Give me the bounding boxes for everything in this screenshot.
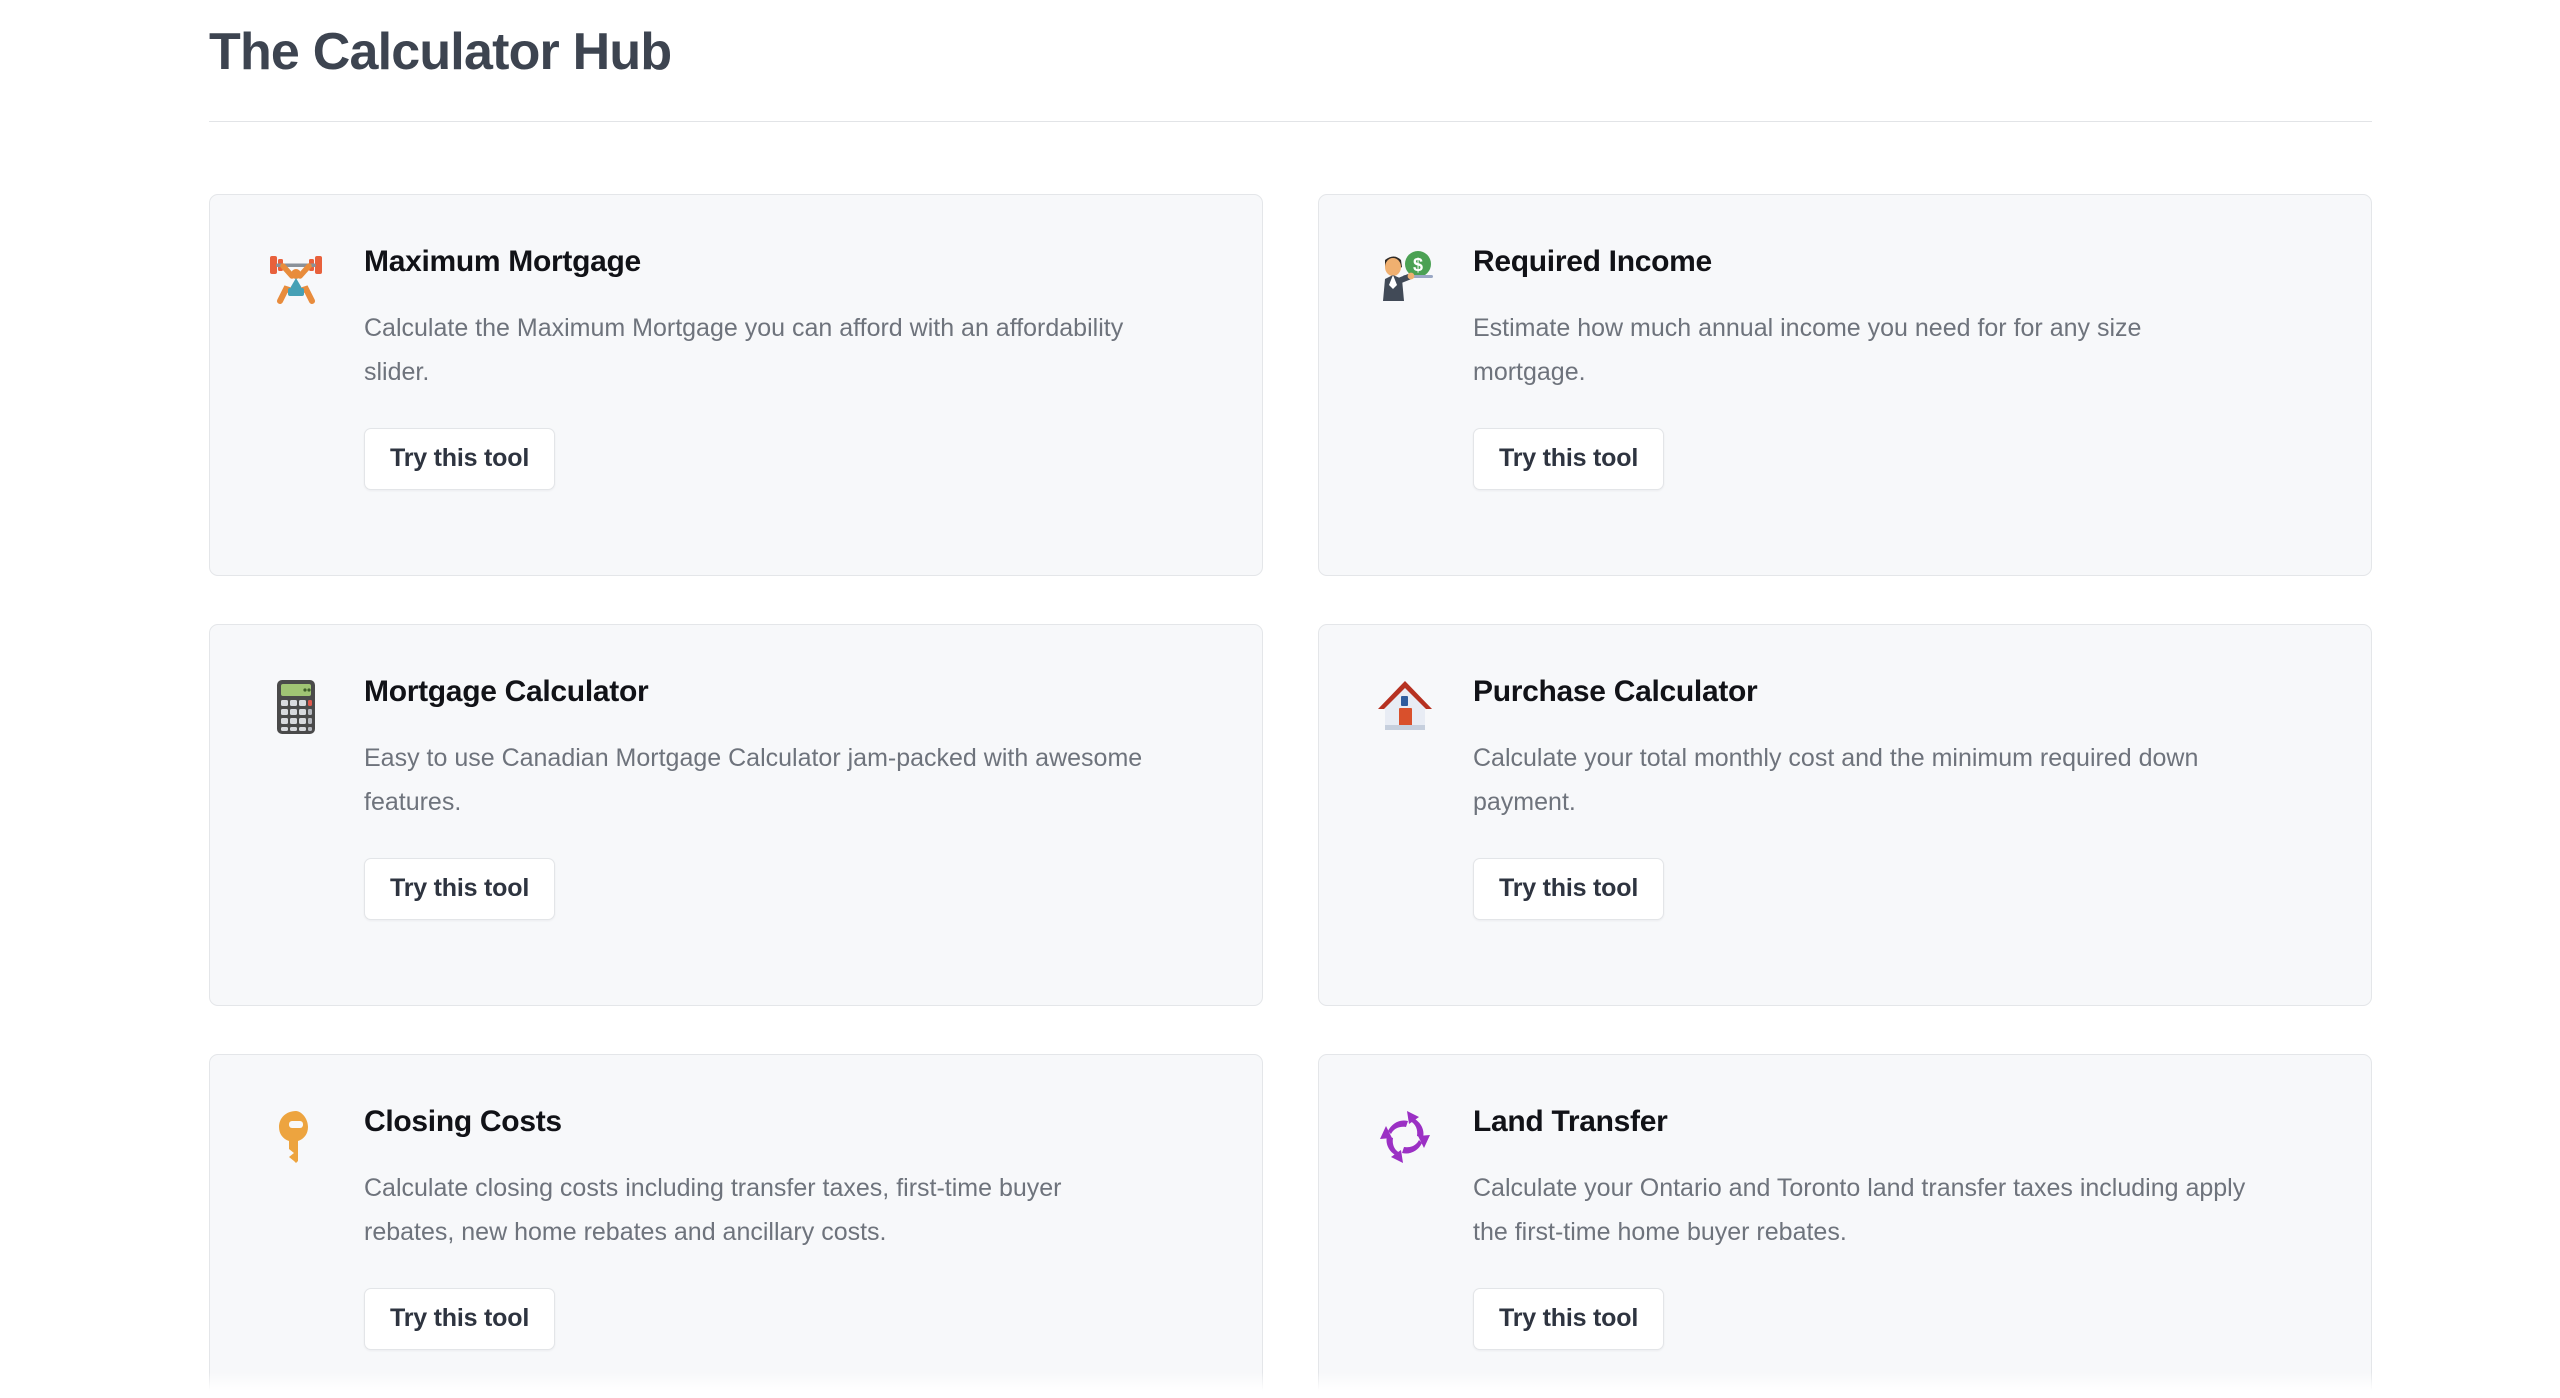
card-description: Calculate your total monthly cost and th… [1473,743,2199,816]
card-content: Maximum Mortgage Calculate the Maximum M… [336,243,1208,491]
arrows-counterclockwise-icon [1373,1105,1445,1169]
card-content: Land Transfer Calculate your Ontario and… [1445,1103,2317,1351]
card-title: Closing Costs [364,1105,562,1139]
calculator-hub-page: The Calculator Hub Maximum Mortgage Calc… [0,0,2560,1398]
try-this-tool-button[interactable]: Try this tool [364,428,556,491]
calculator-card-land-transfer[interactable]: Land Transfer Calculate your Ontario and… [1318,1054,2372,1398]
calculator-card-required-income[interactable]: $ Required Income Estimate how much annu… [1318,194,2372,577]
try-this-tool-button[interactable]: Try this tool [1473,1288,1665,1351]
try-this-tool-button[interactable]: Try this tool [364,858,556,921]
card-description: Easy to use Canadian Mortgage Calculator… [364,743,1143,816]
card-title: Land Transfer [1473,1105,1668,1139]
card-title: Maximum Mortgage [364,245,641,279]
calculator-card-mortgage-calculator[interactable]: Mortgage Calculator Easy to use Canadian… [209,624,1263,1007]
card-content: Closing Costs Calculate closing costs in… [336,1103,1208,1351]
card-title: Mortgage Calculator [364,675,649,709]
card-title: Required Income [1473,245,1712,279]
try-this-tool-button[interactable]: Try this tool [364,1288,556,1351]
weightlifter-icon [264,245,336,309]
card-content: Purchase Calculator Calculate your total… [1445,673,2317,921]
house-icon [1373,675,1445,739]
card-description: Estimate how much annual income you need… [1473,313,2142,386]
card-content: Mortgage Calculator Easy to use Canadian… [336,673,1208,921]
card-description: Calculate the Maximum Mortgage you can a… [364,313,1124,386]
key-icon [264,1105,336,1169]
page-header: The Calculator Hub [209,0,2372,123]
businessman-with-money-icon: $ [1373,245,1445,309]
page-title: The Calculator Hub [209,23,672,81]
svg-text:$: $ [1413,255,1423,275]
calculator-card-maximum-mortgage[interactable]: Maximum Mortgage Calculate the Maximum M… [209,194,1263,577]
card-content: Required Income Estimate how much annual… [1445,243,2317,491]
calculator-card-purchase-calculator[interactable]: Purchase Calculator Calculate your total… [1318,624,2372,1007]
try-this-tool-button[interactable]: Try this tool [1473,428,1665,491]
card-description: Calculate closing costs including transf… [364,1173,1062,1246]
calculator-icon [264,675,336,739]
card-title: Purchase Calculator [1473,675,1758,709]
card-description: Calculate your Ontario and Toronto land … [1473,1173,2246,1246]
calculator-card-grid: Maximum Mortgage Calculate the Maximum M… [209,194,2372,1398]
try-this-tool-button[interactable]: Try this tool [1473,858,1665,921]
header-grid-gap [0,122,2560,194]
calculator-card-closing-costs[interactable]: Closing Costs Calculate closing costs in… [209,1054,1263,1398]
